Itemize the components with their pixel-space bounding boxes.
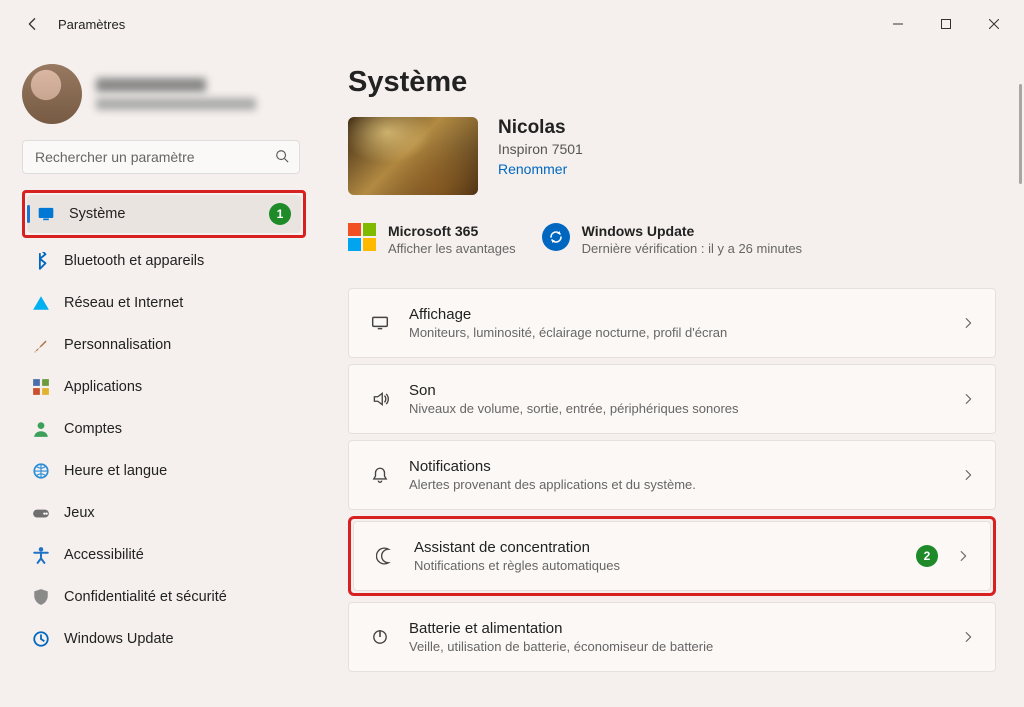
sidebar-item-label: Personnalisation (64, 337, 171, 353)
window-minimize-button[interactable] (876, 8, 920, 40)
card-subtitle: Alertes provenant des applications et du… (409, 477, 696, 492)
window-maximize-button[interactable] (924, 8, 968, 40)
settings-card-batterie-et-alimentation[interactable]: Batterie et alimentation Veille, utilisat… (348, 602, 996, 672)
back-arrow-icon (25, 17, 39, 31)
card-subtitle: Veille, utilisation de batterie, économi… (409, 639, 713, 654)
sidebar-item-applications[interactable]: Applications (22, 368, 306, 406)
scrollbar[interactable] (1019, 84, 1022, 184)
sidebar-item-confidentialite-et-se-curite[interactable]: Confidentialité et sécurité (22, 578, 306, 616)
settings-card-affichage[interactable]: Affichage Moniteurs, luminosité, éclairag… (348, 288, 996, 358)
user-email-blurred (96, 98, 256, 110)
card-title: Assistant de concentration (414, 539, 620, 556)
shield-icon (32, 588, 50, 606)
user-name-blurred (96, 78, 206, 92)
update-icon (32, 630, 50, 648)
annotation-badge: 2 (916, 545, 938, 567)
search-box[interactable] (22, 140, 300, 174)
window-close-button[interactable] (972, 8, 1016, 40)
sidebar-item-label: Applications (64, 379, 142, 395)
annotation-badge: 1 (269, 203, 291, 225)
page-title: Système (348, 66, 996, 99)
settings-card-notifications[interactable]: Notifications Alertes provenant des appli… (348, 440, 996, 510)
sidebar-item-label: Bluetooth et appareils (64, 253, 204, 269)
bluetooth-icon (32, 252, 50, 270)
clock-globe-icon (32, 462, 50, 480)
settings-card-son[interactable]: Son Niveaux de volume, sortie, entrée, pé… (348, 364, 996, 434)
sidebar-item-label: Système (69, 206, 125, 222)
settings-card-assistant-de-concentration[interactable]: Assistant de concentration Notifications … (353, 521, 991, 591)
close-icon (989, 19, 999, 29)
sidebar-item-heure-et-langue[interactable]: Heure et langue (22, 452, 306, 490)
search-icon (275, 149, 289, 166)
card-subtitle: Niveaux de volume, sortie, entrée, périp… (409, 401, 739, 416)
chevron-right-icon (959, 392, 977, 406)
sidebar-item-label: Jeux (64, 505, 95, 521)
sidebar-item-personnalisation[interactable]: Personnalisation (22, 326, 306, 364)
device-model: Inspiron 7501 (498, 141, 583, 157)
card-title: Son (409, 382, 739, 399)
rename-pc-link[interactable]: Renommer (498, 161, 583, 177)
chevron-right-icon (959, 468, 977, 482)
chevron-right-icon (959, 316, 977, 330)
accessibility-icon (32, 546, 50, 564)
sidebar-item-jeux[interactable]: Jeux (22, 494, 306, 532)
sidebar-item-re-seau-et-internet[interactable]: Réseau et Internet (22, 284, 306, 322)
minimize-icon (893, 19, 903, 29)
person-icon (32, 420, 50, 438)
chevron-right-icon (954, 549, 972, 563)
chevron-right-icon (959, 630, 977, 644)
display-icon (367, 310, 393, 336)
maximize-icon (941, 19, 951, 29)
wifi-icon (32, 294, 50, 312)
card-subtitle: Moniteurs, luminosité, éclairage nocturn… (409, 325, 727, 340)
wu-title: Windows Update (582, 223, 802, 239)
bell-icon (367, 462, 393, 488)
desktop-wallpaper-thumbnail (348, 117, 478, 195)
microsoft-logo-icon (348, 223, 376, 251)
sidebar-item-windows-update[interactable]: Windows Update (22, 620, 306, 658)
brush-icon (32, 336, 50, 354)
moon-icon (372, 543, 398, 569)
sidebar-item-label: Windows Update (64, 631, 174, 647)
card-title: Batterie et alimentation (409, 620, 713, 637)
sound-icon (367, 386, 393, 412)
user-account-block[interactable] (0, 56, 320, 140)
m365-title: Microsoft 365 (388, 223, 516, 239)
microsoft-365-link[interactable]: Microsoft 365 Afficher les avantages (348, 223, 516, 258)
apps-icon (32, 378, 50, 396)
monitor-icon (37, 205, 55, 223)
avatar (22, 64, 82, 124)
card-title: Affichage (409, 306, 727, 323)
sidebar-item-label: Confidentialité et sécurité (64, 589, 227, 605)
back-button[interactable] (18, 10, 46, 38)
sidebar-item-accessibilite[interactable]: Accessibilité (22, 536, 306, 574)
power-icon (367, 624, 393, 650)
card-title: Notifications (409, 458, 696, 475)
wu-subtitle: Dernière vérification : il y a 26 minute… (582, 241, 802, 258)
sidebar-item-label: Réseau et Internet (64, 295, 183, 311)
sidebar-item-label: Heure et langue (64, 463, 167, 479)
m365-subtitle: Afficher les avantages (388, 241, 516, 258)
windows-update-link[interactable]: Windows Update Dernière vérification : i… (542, 223, 802, 258)
sidebar-item-label: Accessibilité (64, 547, 144, 563)
device-name: Nicolas (498, 117, 583, 139)
card-subtitle: Notifications et règles automatiques (414, 558, 620, 573)
sidebar-item-bluetooth-et-appareils[interactable]: Bluetooth et appareils (22, 242, 306, 280)
sidebar-item-label: Comptes (64, 421, 122, 437)
gamepad-icon (32, 504, 50, 522)
window-title: Paramètres (58, 17, 125, 32)
sidebar-item-comptes[interactable]: Comptes (22, 410, 306, 448)
sidebar-item-syste-me[interactable]: Système 1 (27, 195, 301, 233)
search-input[interactable] (33, 148, 275, 166)
sync-icon (542, 223, 570, 251)
